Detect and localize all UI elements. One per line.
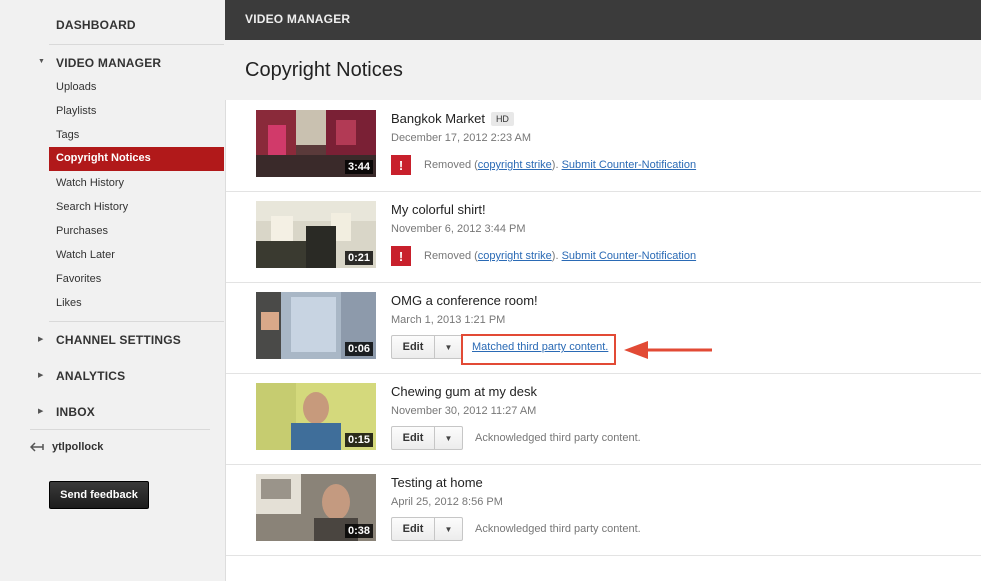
nav-inbox[interactable]: INBOX bbox=[56, 405, 95, 419]
sidebar-item-tags[interactable]: Tags bbox=[56, 129, 79, 141]
duration-badge: 0:06 bbox=[344, 342, 373, 356]
username: ytlpollock bbox=[52, 441, 104, 453]
collapsed-triangle-icon[interactable]: ▶ bbox=[38, 335, 43, 343]
nav-channel-settings[interactable]: CHANNEL SETTINGS bbox=[56, 333, 181, 347]
hd-badge: HD bbox=[490, 112, 514, 126]
edit-button[interactable]: Edit bbox=[392, 336, 435, 358]
sidebar-item-uploads[interactable]: Uploads bbox=[56, 81, 96, 93]
video-thumbnail[interactable]: 3:44 bbox=[256, 110, 376, 177]
sidebar-item-search-history[interactable]: Search History bbox=[56, 201, 128, 213]
divider bbox=[30, 429, 210, 430]
counter-notification-link[interactable]: Submit Counter-Notification bbox=[562, 250, 697, 262]
alert-icon: ! bbox=[391, 246, 411, 266]
send-feedback-button[interactable]: Send feedback bbox=[49, 481, 149, 509]
chevron-down-icon[interactable]: ▼ bbox=[435, 427, 462, 449]
sidebar-item-label: Copyright Notices bbox=[56, 152, 151, 164]
video-thumbnail[interactable]: 0:21 bbox=[256, 201, 376, 268]
video-title[interactable]: Chewing gum at my desk bbox=[391, 384, 537, 399]
list-item: 0:21 My colorful shirt! November 6, 2012… bbox=[226, 191, 981, 283]
sidebar-item-likes[interactable]: Likes bbox=[56, 297, 82, 309]
back-arrow-icon bbox=[30, 442, 44, 452]
duration-badge: 0:15 bbox=[344, 433, 373, 447]
divider bbox=[49, 321, 224, 322]
annotation-arrow-icon bbox=[624, 341, 712, 359]
video-status: ! Removed (copyright strike). Submit Cou… bbox=[391, 154, 696, 176]
collapsed-triangle-icon[interactable]: ▶ bbox=[38, 407, 43, 415]
video-thumbnail[interactable]: 0:06 bbox=[256, 292, 376, 359]
top-bar-title: VIDEO MANAGER bbox=[245, 12, 351, 26]
duration-badge: 3:44 bbox=[344, 160, 373, 174]
video-status: Edit ▼ Acknowledged third party content. bbox=[391, 517, 641, 541]
video-title[interactable]: My colorful shirt! bbox=[391, 202, 486, 217]
alert-icon: ! bbox=[391, 155, 411, 175]
user-link[interactable]: ytlpollock bbox=[30, 441, 103, 453]
video-date: December 17, 2012 2:23 AM bbox=[391, 132, 532, 144]
video-date: April 25, 2012 8:56 PM bbox=[391, 496, 503, 508]
video-date: November 6, 2012 3:44 PM bbox=[391, 223, 526, 235]
list-item: 3:44 Bangkok Market HD December 17, 2012 … bbox=[226, 100, 981, 192]
sidebar-item-watch-history[interactable]: Watch History bbox=[56, 177, 124, 189]
sidebar-item-playlists[interactable]: Playlists bbox=[56, 105, 96, 117]
sidebar-item-copyright-notices[interactable]: Copyright Notices bbox=[49, 147, 224, 171]
top-bar: VIDEO MANAGER bbox=[225, 0, 981, 40]
nav-video-manager[interactable]: VIDEO MANAGER bbox=[56, 56, 161, 70]
video-list: 3:44 Bangkok Market HD December 17, 2012 … bbox=[225, 100, 981, 581]
sidebar: DASHBOARD ▼ VIDEO MANAGER Uploads Playli… bbox=[0, 0, 224, 581]
video-date: March 1, 2013 1:21 PM bbox=[391, 314, 506, 326]
video-thumbnail[interactable]: 0:15 bbox=[256, 383, 376, 450]
collapsed-triangle-icon[interactable]: ▶ bbox=[38, 371, 43, 379]
video-date: November 30, 2012 11:27 AM bbox=[391, 405, 537, 417]
nav-analytics[interactable]: ANALYTICS bbox=[56, 369, 125, 383]
page-title: Copyright Notices bbox=[245, 59, 403, 81]
chevron-down-icon[interactable]: ▼ bbox=[435, 518, 462, 540]
sidebar-item-watch-later[interactable]: Watch Later bbox=[56, 249, 115, 261]
duration-badge: 0:38 bbox=[344, 524, 373, 538]
list-item: 0:15 Chewing gum at my desk November 30,… bbox=[226, 373, 981, 465]
video-thumbnail[interactable]: 0:38 bbox=[256, 474, 376, 541]
video-title[interactable]: Testing at home bbox=[391, 475, 483, 490]
edit-button-group: Edit ▼ bbox=[391, 335, 463, 359]
counter-notification-link[interactable]: Submit Counter-Notification bbox=[562, 159, 697, 171]
video-title[interactable]: Bangkok Market HD bbox=[391, 111, 514, 126]
annotation-highlight bbox=[461, 334, 616, 365]
edit-button[interactable]: Edit bbox=[392, 427, 435, 449]
list-item: 0:06 OMG a conference room! March 1, 201… bbox=[226, 282, 981, 374]
video-title[interactable]: OMG a conference room! bbox=[391, 293, 538, 308]
video-status: Edit ▼ Acknowledged third party content. bbox=[391, 426, 641, 450]
edit-button-group: Edit ▼ bbox=[391, 426, 463, 450]
chevron-down-icon[interactable]: ▼ bbox=[435, 336, 462, 358]
page-header: Copyright Notices bbox=[225, 40, 981, 100]
copyright-strike-link[interactable]: copyright strike bbox=[478, 159, 552, 171]
video-status: ! Removed (copyright strike). Submit Cou… bbox=[391, 245, 696, 267]
duration-badge: 0:21 bbox=[344, 251, 373, 265]
list-item: 0:38 Testing at home April 25, 2012 8:56… bbox=[226, 464, 981, 556]
status-text: Acknowledged third party content. bbox=[475, 432, 641, 444]
edit-button[interactable]: Edit bbox=[392, 518, 435, 540]
copyright-strike-link[interactable]: copyright strike bbox=[478, 250, 552, 262]
sidebar-item-favorites[interactable]: Favorites bbox=[56, 273, 101, 285]
edit-button-group: Edit ▼ bbox=[391, 517, 463, 541]
expanded-triangle-icon[interactable]: ▼ bbox=[38, 58, 45, 65]
nav-dashboard[interactable]: DASHBOARD bbox=[56, 18, 136, 32]
sidebar-item-purchases[interactable]: Purchases bbox=[56, 225, 108, 237]
divider bbox=[49, 44, 224, 45]
status-text: Acknowledged third party content. bbox=[475, 523, 641, 535]
